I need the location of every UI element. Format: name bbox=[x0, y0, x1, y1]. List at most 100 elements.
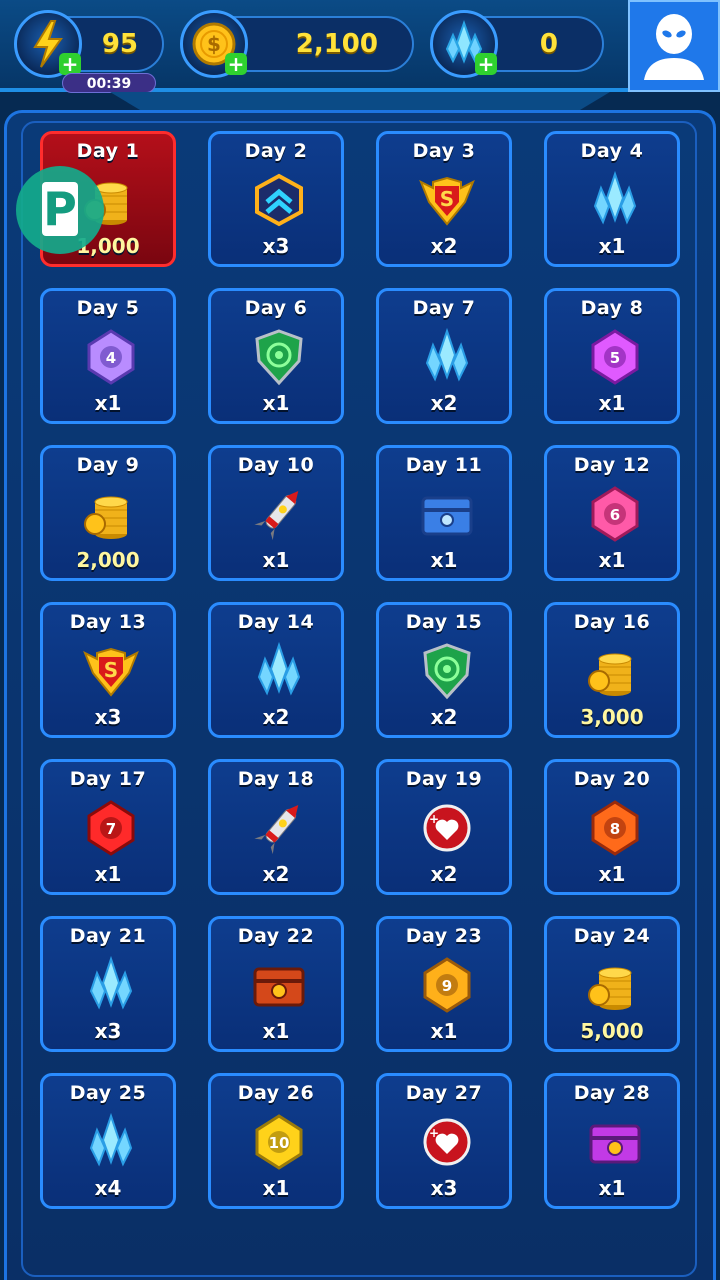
reward-amount: x2 bbox=[430, 234, 458, 258]
reward-amount: x3 bbox=[94, 1019, 122, 1043]
day-label: Day 5 bbox=[76, 297, 140, 319]
day-label: Day 4 bbox=[580, 140, 644, 162]
svg-text:9: 9 bbox=[442, 977, 452, 995]
day-reward-card[interactable]: Day 28 x1 bbox=[544, 1073, 680, 1209]
day-reward-card[interactable]: Day 11 x1 bbox=[376, 445, 512, 581]
green-shield-icon bbox=[249, 327, 309, 387]
day-reward-card[interactable]: Day 22 x1 bbox=[208, 916, 344, 1052]
day-reward-card[interactable]: Day 25 x4 bbox=[40, 1073, 176, 1209]
day-label: Day 10 bbox=[237, 454, 315, 476]
gem-10-icon: 10 bbox=[249, 1112, 309, 1172]
reward-amount: x1 bbox=[94, 391, 122, 415]
svg-text:10: 10 bbox=[269, 1134, 290, 1152]
day-reward-card[interactable]: Day 10 x1 bbox=[208, 445, 344, 581]
day-reward-card[interactable]: Day 7 x2 bbox=[376, 288, 512, 424]
svg-text:8: 8 bbox=[610, 820, 620, 838]
reward-amount: x3 bbox=[94, 705, 122, 729]
day-reward-card[interactable]: Day 20 8 x1 bbox=[544, 759, 680, 895]
gem-4-icon: 4 bbox=[81, 327, 141, 387]
reward-amount: x3 bbox=[430, 1176, 458, 1200]
purple-chest-icon bbox=[585, 1112, 645, 1172]
day-label: Day 3 bbox=[412, 140, 476, 162]
reward-amount: x1 bbox=[430, 548, 458, 572]
top-hud: 95 + 00:39 2,100 $ + 0 + bbox=[0, 0, 720, 93]
day-label: Day 16 bbox=[573, 611, 651, 633]
day-label: Day 6 bbox=[244, 297, 308, 319]
day-reward-card[interactable]: Day 5 4 x1 bbox=[40, 288, 176, 424]
add-coins-icon[interactable]: + bbox=[225, 53, 247, 75]
day-reward-card[interactable]: Day 27 + x3 bbox=[376, 1073, 512, 1209]
lightning-icon[interactable]: + bbox=[14, 10, 82, 78]
red-chest-icon bbox=[249, 955, 309, 1015]
day-label: Day 23 bbox=[405, 925, 483, 947]
gem-7-icon: 7 bbox=[81, 798, 141, 858]
gem-8-icon: 8 bbox=[585, 798, 645, 858]
day-label: Day 7 bbox=[412, 297, 476, 319]
day-reward-card[interactable]: Day 2 x3 bbox=[208, 131, 344, 267]
coin-stack-icon bbox=[81, 484, 141, 544]
reward-amount: x1 bbox=[598, 1176, 626, 1200]
reward-amount: x2 bbox=[430, 391, 458, 415]
day-reward-card[interactable]: Day 23 9 x1 bbox=[376, 916, 512, 1052]
svg-text:6: 6 bbox=[610, 506, 620, 524]
missile-icon bbox=[249, 484, 309, 544]
svg-text:4: 4 bbox=[106, 349, 116, 367]
gem-9-icon: 9 bbox=[417, 955, 477, 1015]
crystal-icon bbox=[81, 955, 141, 1015]
crystal-icon[interactable]: + bbox=[430, 10, 498, 78]
day-reward-card[interactable]: Day 12 6 x1 bbox=[544, 445, 680, 581]
reward-amount: x2 bbox=[262, 862, 290, 886]
svg-text:7: 7 bbox=[106, 820, 116, 838]
day-label: Day 1 bbox=[76, 140, 140, 162]
crystals-value: 0 bbox=[539, 29, 558, 59]
gem-6-icon: 6 bbox=[585, 484, 645, 544]
s-shield-icon: S bbox=[81, 641, 141, 701]
day-reward-card[interactable]: Day 17 7 x1 bbox=[40, 759, 176, 895]
day-reward-card[interactable]: Day 6 x1 bbox=[208, 288, 344, 424]
svg-text:$: $ bbox=[207, 32, 221, 56]
day-reward-card[interactable]: Day 14 x2 bbox=[208, 602, 344, 738]
heart-plus-icon: + bbox=[417, 798, 477, 858]
day-reward-card[interactable]: Day 16 3,000 bbox=[544, 602, 680, 738]
coin-stack-icon bbox=[585, 955, 645, 1015]
day-reward-card[interactable]: Day 3 Sx2 bbox=[376, 131, 512, 267]
day-reward-card[interactable]: Day 13 Sx3 bbox=[40, 602, 176, 738]
reward-amount: x1 bbox=[598, 548, 626, 572]
chevron-badge-icon bbox=[249, 170, 309, 230]
day-label: Day 25 bbox=[69, 1082, 147, 1104]
profile-button[interactable] bbox=[628, 0, 720, 92]
reward-amount: 3,000 bbox=[580, 705, 644, 729]
panel-tab bbox=[110, 92, 610, 110]
day-reward-card[interactable]: Day 4 x1 bbox=[544, 131, 680, 267]
day-reward-card[interactable]: Day 18 x2 bbox=[208, 759, 344, 895]
day-label: Day 19 bbox=[405, 768, 483, 790]
coin-icon[interactable]: $ + bbox=[180, 10, 248, 78]
add-crystals-icon[interactable]: + bbox=[475, 53, 497, 75]
reward-amount: x1 bbox=[262, 1019, 290, 1043]
day-reward-card[interactable]: Day 24 5,000 bbox=[544, 916, 680, 1052]
coin-stack-icon bbox=[585, 641, 645, 701]
svg-text:+: + bbox=[429, 812, 439, 826]
day-reward-card[interactable]: Day 19 + x2 bbox=[376, 759, 512, 895]
day-reward-card[interactable]: Day 8 5 x1 bbox=[544, 288, 680, 424]
reward-amount: 2,000 bbox=[76, 548, 140, 572]
reward-amount: x1 bbox=[598, 862, 626, 886]
day-label: Day 2 bbox=[244, 140, 308, 162]
svg-text:5: 5 bbox=[610, 349, 620, 367]
day-label: Day 21 bbox=[69, 925, 147, 947]
day-label: Day 24 bbox=[573, 925, 651, 947]
reward-amount: x4 bbox=[94, 1176, 122, 1200]
day-label: Day 8 bbox=[580, 297, 644, 319]
day-reward-card[interactable]: Day 26 10 x1 bbox=[208, 1073, 344, 1209]
alien-avatar-icon bbox=[644, 14, 704, 80]
day-label: Day 22 bbox=[237, 925, 315, 947]
reward-amount: x2 bbox=[430, 862, 458, 886]
day-reward-card[interactable]: Day 21 x3 bbox=[40, 916, 176, 1052]
day-reward-card[interactable]: Day 9 2,000 bbox=[40, 445, 176, 581]
day-reward-card[interactable]: Day 15 x2 bbox=[376, 602, 512, 738]
p-badge-icon[interactable]: P bbox=[16, 166, 104, 254]
day-label: Day 17 bbox=[69, 768, 147, 790]
reward-amount: x1 bbox=[94, 862, 122, 886]
gem-5-icon: 5 bbox=[585, 327, 645, 387]
add-energy-icon[interactable]: + bbox=[59, 53, 81, 75]
